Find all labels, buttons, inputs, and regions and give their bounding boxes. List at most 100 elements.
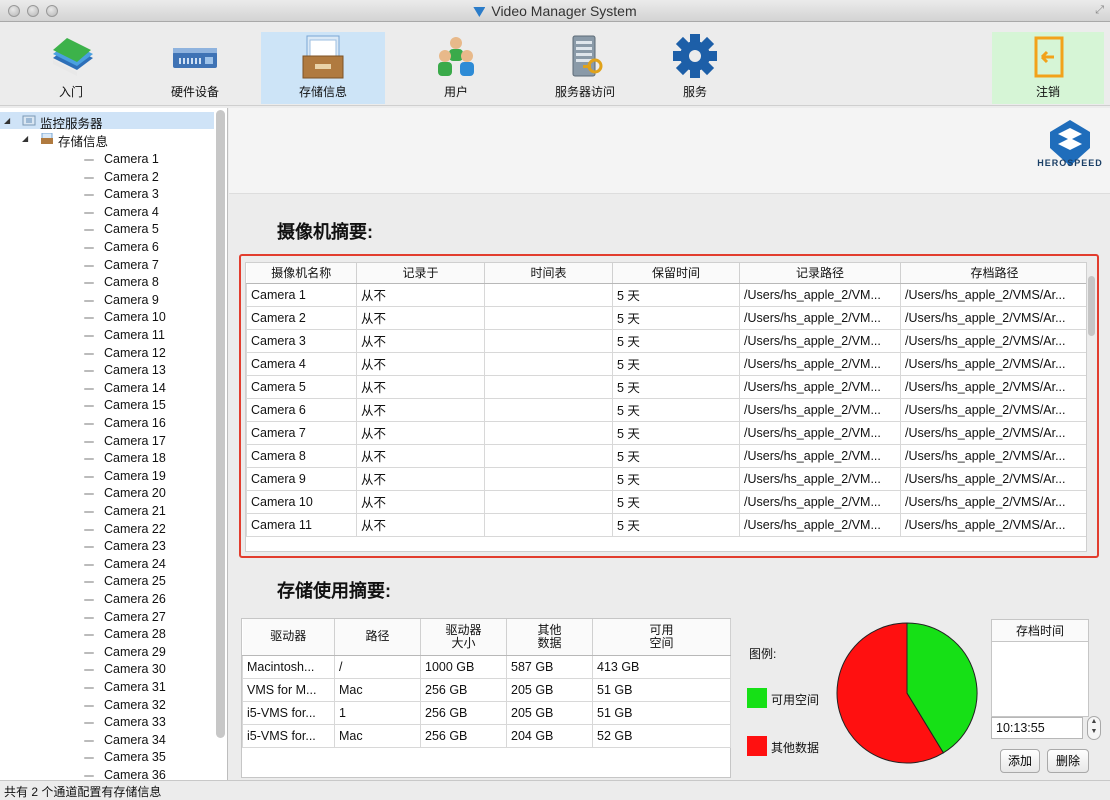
tree-label: Camera 36 xyxy=(104,768,166,780)
disclosure-triangle-icon[interactable]: ◢ xyxy=(4,116,10,125)
toolbar-logout-button[interactable]: 注销 xyxy=(992,32,1104,104)
column-header[interactable]: 记录于 xyxy=(356,263,485,284)
table-row[interactable]: i5-VMS for... Mac 256 GB 204 GB 52 GB xyxy=(242,723,731,748)
window-title: Video Manager System xyxy=(0,3,1110,19)
main-panel: HEROSPEED 摄像机摘要: 摄像机名称 记录于 时间表 保留时间 记录路径 存档路径… xyxy=(229,108,1110,780)
archive-time-list[interactable]: 存档时间 xyxy=(991,619,1089,717)
column-header[interactable]: 记录路径 xyxy=(739,263,901,284)
tree-label: Camera 3 xyxy=(104,187,159,202)
disclosure-triangle-icon[interactable]: ◢ xyxy=(22,134,28,143)
column-header[interactable]: 驱动器 大小 xyxy=(420,619,507,656)
table-cell: 从不 xyxy=(356,351,485,376)
camera-node-icon xyxy=(84,493,94,496)
delete-archive-time-button[interactable]: 删除 xyxy=(1047,749,1089,773)
tree-label: Camera 20 xyxy=(104,486,166,501)
time-stepper[interactable]: ▲ ▼ xyxy=(1087,716,1101,740)
column-header[interactable]: 驱动器 xyxy=(242,619,335,656)
table-cell: 51 GB xyxy=(592,677,731,702)
stepper-down-icon[interactable]: ▼ xyxy=(1091,728,1098,735)
tree-label: Camera 35 xyxy=(104,750,166,765)
toolbar-label: 注销 xyxy=(1035,85,1060,99)
table-cell: Camera 6 xyxy=(246,397,357,422)
storage-summary-table[interactable]: 驱动器 路径 驱动器 大小 其他 数据 可用 空间 Macintosh.../1000 … xyxy=(242,619,731,748)
toolbar-hardware-button[interactable]: 硬件设备 xyxy=(133,32,257,104)
camera-node-icon xyxy=(84,581,94,584)
table-row[interactable]: Camera 1 从不 5 天/Users/hs_apple_2/VM.../Use… xyxy=(246,282,1086,307)
table-cell: /Users/hs_apple_2/VMS/Ar... xyxy=(900,374,1086,399)
column-header[interactable]: 其他 数据 xyxy=(506,619,593,656)
camera-node-icon xyxy=(84,229,94,232)
toolbar-service-button[interactable]: 服务 xyxy=(633,32,757,104)
table-cell: /Users/hs_apple_2/VM... xyxy=(739,282,901,307)
camera-node-icon xyxy=(84,211,94,214)
tree-label: Camera 23 xyxy=(104,539,166,554)
table-cell xyxy=(484,282,613,307)
table-row[interactable]: Macintosh.../1000 GB 587 GB 413 GB xyxy=(242,654,731,679)
table-cell: /Users/hs_apple_2/VMS/Ar... xyxy=(900,489,1086,514)
table-row[interactable]: Camera 2 从不 5 天/Users/hs_apple_2/VM.../Use… xyxy=(246,305,1086,330)
storage-summary-table-container[interactable]: 驱动器 路径 驱动器 大小 其他 数据 可用 空间 Macintosh.../1000 … xyxy=(241,618,731,778)
table-cell: Camera 3 xyxy=(246,328,357,353)
table-row[interactable]: i5-VMS for... 1 256 GB 205 GB 51 GB xyxy=(242,700,731,725)
table-cell: 256 GB xyxy=(420,677,507,702)
camera-summary-table-container[interactable]: 摄像机名称 记录于 时间表 保留时间 记录路径 存档路径 Camera 1 从不 5 天/Us… xyxy=(245,262,1087,552)
table-row[interactable]: Camera 9 从不 5 天/Users/hs_apple_2/VM.../Use… xyxy=(246,466,1086,491)
camera-table-scrollbar[interactable] xyxy=(1088,276,1095,336)
column-header[interactable]: 时间表 xyxy=(484,263,613,284)
table-row[interactable]: Camera 4 从不 5 天/Users/hs_apple_2/VM.../Use… xyxy=(246,351,1086,376)
camera-summary-table[interactable]: 摄像机名称 记录于 时间表 保留时间 记录路径 存档路径 Camera 1 从不 5 天/Us… xyxy=(246,263,1086,537)
table-cell: 5 天 xyxy=(612,351,740,376)
column-header[interactable]: 保留时间 xyxy=(612,263,740,284)
archive-time-input[interactable]: 10:13:55 xyxy=(991,717,1083,739)
table-cell: Camera 2 xyxy=(246,305,357,330)
table-row[interactable]: Camera 8 从不 5 天/Users/hs_apple_2/VM.../Use… xyxy=(246,443,1086,468)
gear-icon xyxy=(673,34,717,78)
toolbar-server-access-button[interactable]: 服务器访问 xyxy=(523,32,647,104)
table-cell: /Users/hs_apple_2/VM... xyxy=(739,328,901,353)
table-cell xyxy=(484,351,613,376)
camera-summary-title: 摄像机摘要: xyxy=(277,222,373,242)
table-row[interactable]: Camera 6 从不 5 天/Users/hs_apple_2/VM.../Use… xyxy=(246,397,1086,422)
tree-label: Camera 33 xyxy=(104,715,166,730)
tree-node-storage-info[interactable]: ◢ 存储信息 xyxy=(0,130,214,149)
table-row[interactable]: Camera 7 从不 5 天/Users/hs_apple_2/VM.../Use… xyxy=(246,420,1086,445)
toolbar-storage-button[interactable]: 存储信息 xyxy=(261,32,385,104)
table-cell: 5 天 xyxy=(612,397,740,422)
toolbar-label: 入门 xyxy=(58,85,83,99)
column-header[interactable]: 存档路径 xyxy=(900,263,1086,284)
camera-node-icon xyxy=(84,739,94,742)
camera-node-icon xyxy=(84,159,94,161)
table-cell: /Users/hs_apple_2/VM... xyxy=(739,351,901,376)
table-row[interactable]: Camera 3 从不 5 天/Users/hs_apple_2/VM.../Use… xyxy=(246,328,1086,353)
toolbar-label: 用户 xyxy=(443,85,468,99)
tree-label: Camera 16 xyxy=(104,416,166,430)
tree-label: Camera 4 xyxy=(104,204,159,219)
table-row[interactable]: VMS for M... Mac 256 GB 205 GB 51 GB xyxy=(242,677,731,702)
tree-label: Camera 22 xyxy=(104,521,166,536)
toolbar-getting-started-button[interactable]: 入门 xyxy=(9,32,133,104)
camera-node-icon xyxy=(84,634,94,637)
fullscreen-icon[interactable]: ⤢ xyxy=(1095,4,1104,17)
column-header[interactable]: 可用 空间 xyxy=(592,619,731,656)
column-header[interactable]: 摄像机名称 xyxy=(246,263,357,284)
table-cell: 从不 xyxy=(356,420,485,445)
tree-label: Camera 5 xyxy=(104,222,159,237)
add-archive-time-button[interactable]: 添加 xyxy=(1000,749,1040,773)
sidebar-scrollbar[interactable] xyxy=(216,110,225,738)
camera-node-icon xyxy=(84,563,94,566)
tree-node-monitor-server[interactable]: ◢ 监控服务器 xyxy=(0,112,214,131)
column-header[interactable]: 路径 xyxy=(334,619,421,656)
table-row[interactable]: Camera 10 从不 5 天/Users/hs_apple_2/VM.../Us… xyxy=(246,489,1086,514)
table-cell xyxy=(484,489,613,514)
logout-door-icon xyxy=(1034,36,1064,78)
table-cell: /Users/hs_apple_2/VMS/Ar... xyxy=(900,328,1086,353)
table-row[interactable]: Camera 5 从不 5 天/Users/hs_apple_2/VM.../Use… xyxy=(246,374,1086,399)
table-row[interactable]: Camera 11 从不 5 天/Users/hs_apple_2/VM.../Us… xyxy=(246,512,1086,537)
stepper-up-icon[interactable]: ▲ xyxy=(1091,718,1098,725)
toolbar-users-button[interactable]: 用户 xyxy=(394,32,518,104)
table-cell xyxy=(484,466,613,491)
tree-label: Camera 8 xyxy=(104,275,159,290)
table-cell: 1000 GB xyxy=(420,654,507,679)
server-tree[interactable]: ◢ 监控服务器 ◢ 存储信息 Camera 1 Camera 2 Camera 3 C… xyxy=(0,108,228,780)
table-cell: 1 xyxy=(334,700,421,725)
